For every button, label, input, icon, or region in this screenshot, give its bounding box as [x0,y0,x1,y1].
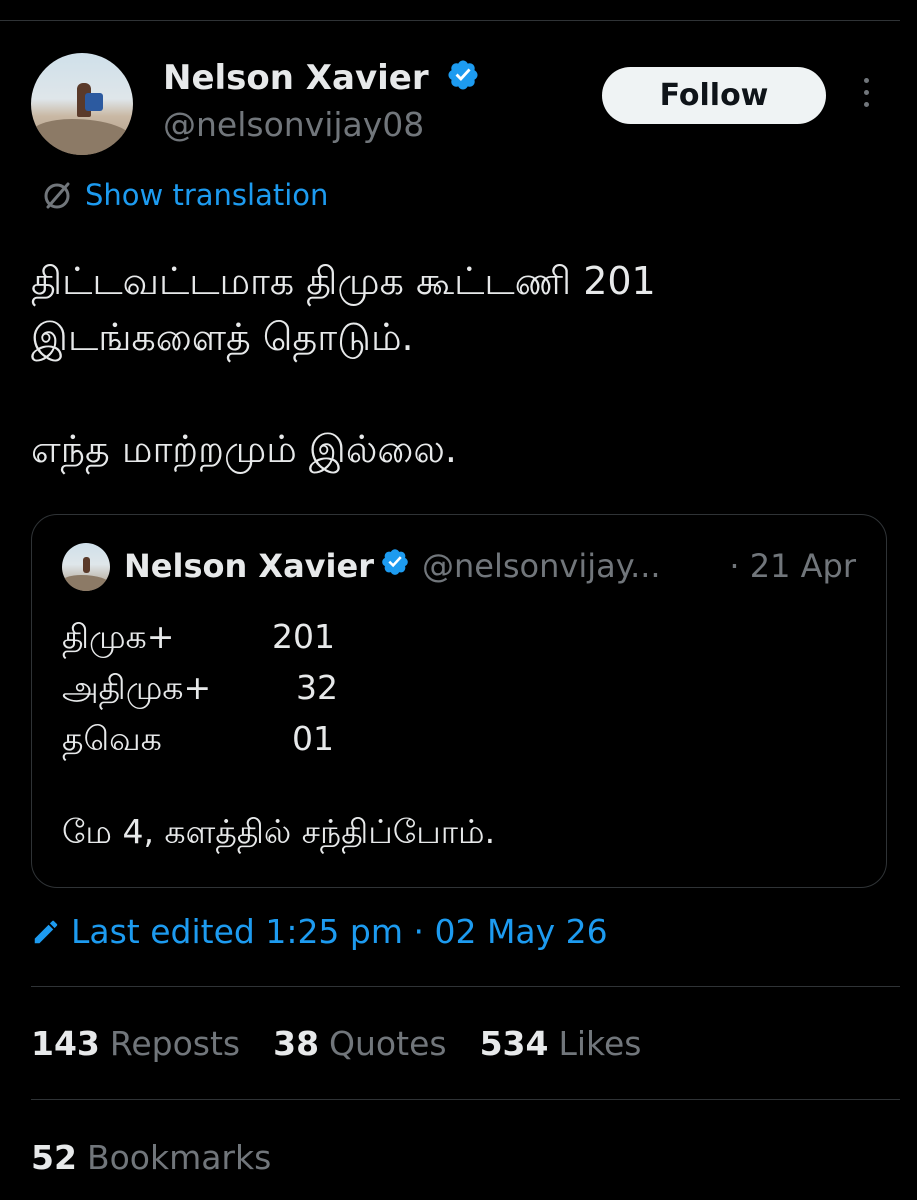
verified-badge-icon[interactable] [446,58,480,101]
engagement-stats: 143 Reposts 38 Quotes 534 Likes [31,1024,674,1063]
quoted-seat-count: 32 [296,668,338,707]
top-divider [0,20,900,21]
likes-label: Likes [558,1024,642,1063]
reposts-count: 143 [31,1024,100,1063]
quotes-stat[interactable]: 38 Quotes [273,1024,446,1063]
tweet-line-2: இடங்களைத் தொடும். [31,315,414,359]
pencil-icon [31,917,61,947]
show-translation-label[interactable]: Show translation [85,178,328,212]
quoted-author-name: Nelson Xavier [124,547,374,585]
avatar-figure-shirt [85,93,103,111]
author-handle[interactable]: @nelsonvijay08 [163,105,424,144]
quoted-seat-count: 201 [272,617,335,656]
quoted-seat-row: அதிமுக+ 32 [62,662,366,713]
reposts-stat[interactable]: 143 Reposts [31,1024,240,1063]
translate-icon [41,179,73,211]
reposts-label: Reposts [109,1024,241,1063]
quoted-date: · 21 Apr [729,547,856,585]
quoted-avatar[interactable] [62,543,110,591]
quotes-label: Quotes [329,1024,447,1063]
quoted-seat-party: தவெக [62,719,162,758]
quoted-tweet[interactable]: Nelson Xavier @nelsonvijay... · 21 Apr த… [31,514,887,888]
tweet-line-3: எந்த மாற்றமும் இல்லை. [31,427,457,471]
bookmarks-label: Bookmarks [86,1138,272,1177]
tweet-line-1: திட்டவட்டமாக திமுக கூட்டணி 201 [31,259,656,303]
quoted-seat-count: 01 [292,719,334,758]
quoted-avatar-rock [62,575,110,591]
stats-top-divider [31,986,900,987]
quoted-seat-party: அதிமுக+ [62,668,212,707]
author-name-row[interactable]: Nelson Xavier [163,58,480,101]
quoted-seat-party: திமுக+ [62,617,175,656]
quoted-seat-list: திமுக+ 201 அதிமுக+ 32 தவெக 01 [62,611,366,764]
quotes-count: 38 [273,1024,320,1063]
more-options-icon[interactable] [856,78,876,114]
follow-button[interactable]: Follow [602,67,826,124]
likes-count: 534 [479,1024,549,1063]
author-name[interactable]: Nelson Xavier [163,58,429,98]
quoted-footer-text: மே 4, களத்தில் சந்திப்போம். [62,812,496,851]
tweet-text: திட்டவட்டமாக திமுக கூட்டணி 201 இடங்களைத் … [31,253,891,477]
quoted-avatar-figure [83,557,90,573]
last-edited-link[interactable]: Last edited 1:25 pm · 02 May 26 [31,912,608,951]
bookmarks-count: 52 [31,1138,77,1177]
avatar-rock [31,119,133,155]
quoted-author-handle: @nelsonvijay... [421,547,661,585]
bookmarks-stat[interactable]: 52 Bookmarks [31,1138,271,1177]
quoted-seat-row: தவெக 01 [62,713,366,764]
show-translation-link[interactable]: Show translation [41,178,328,212]
stats-middle-divider [31,1099,900,1100]
quoted-header: Nelson Xavier @nelsonvijay... [124,547,661,585]
quoted-verified-badge-icon [380,547,410,585]
avatar[interactable] [31,53,133,155]
likes-stat[interactable]: 534 Likes [480,1024,642,1063]
quoted-seat-row: திமுக+ 201 [62,611,366,662]
last-edited-label[interactable]: Last edited 1:25 pm · 02 May 26 [71,912,608,951]
